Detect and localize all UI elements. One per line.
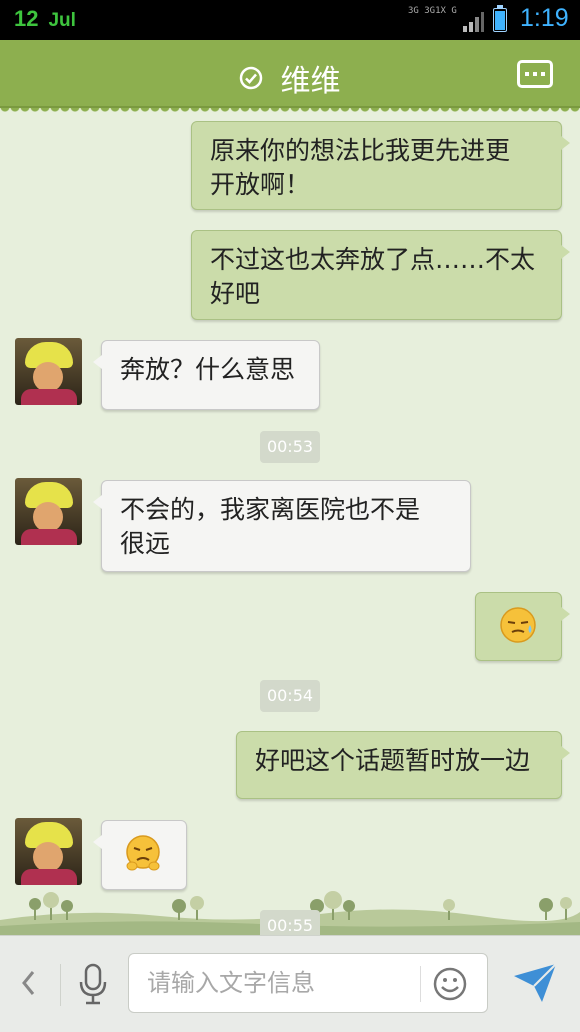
emoji-smile-icon[interactable] — [432, 966, 468, 1002]
more-options-button[interactable] — [517, 60, 553, 88]
send-icon[interactable] — [512, 962, 558, 1004]
signal-icon — [463, 12, 484, 32]
contact-avatar[interactable] — [15, 338, 82, 405]
battery-icon — [493, 5, 507, 32]
check-circle-icon — [240, 66, 263, 90]
more-dots-icon — [525, 72, 549, 76]
status-bar: 12 Jul 3G 3G1X G 1:19 — [0, 0, 580, 40]
message-bubble-outgoing[interactable] — [475, 592, 570, 661]
timestamp: 00:53 — [260, 431, 320, 463]
contact-avatar[interactable] — [15, 818, 82, 885]
microphone-icon[interactable] — [76, 962, 110, 1006]
message-bubble-outgoing[interactable]: 好吧这个话题暂时放一边 — [236, 731, 570, 799]
message-bubble-outgoing[interactable]: 不过这也太奔放了点……不太 好吧 — [191, 230, 570, 320]
contact-name: 维维 — [280, 64, 341, 99]
header-title-group: 维维 — [0, 56, 580, 100]
status-month: Jul — [48, 10, 76, 31]
message-text-line: 开放啊！ — [210, 170, 311, 199]
divider — [420, 966, 421, 1002]
message-text-line: 原来你的想法比我更先进更 — [210, 136, 511, 165]
chevron-left-icon[interactable] — [18, 968, 40, 998]
message-text-line: 好吧 — [210, 279, 261, 308]
timestamp: 00:54 — [260, 680, 320, 712]
contact-avatar[interactable] — [15, 478, 82, 545]
message-bubble-incoming[interactable]: 不会的，我家离医院也不是 很远 — [93, 480, 471, 572]
message-bubble-incoming[interactable]: 奔放？什么意思 — [93, 340, 320, 410]
divider — [60, 964, 61, 1006]
message-text-line: 好吧这个话题暂时放一边 — [255, 746, 531, 775]
status-time: 1:19 — [520, 4, 569, 32]
chat-header: 维维 — [0, 40, 580, 114]
status-day: 12 — [14, 6, 39, 31]
message-text-line: 不过这也太奔放了点……不太 — [210, 245, 536, 274]
message-bubble-incoming[interactable] — [93, 820, 187, 890]
message-text-line: 很远 — [120, 529, 171, 558]
input-bar — [0, 935, 580, 1032]
network-indicator: 3G 3G1X G — [408, 6, 457, 16]
grumpy-emoji-icon — [126, 835, 160, 871]
message-bubble-outgoing[interactable]: 原来你的想法比我更先进更 开放啊！ — [191, 121, 570, 210]
message-text-line: 奔放？什么意思 — [120, 355, 296, 384]
sweat-emoji-icon — [500, 607, 536, 643]
message-text-line: 不会的，我家离医院也不是 — [120, 495, 421, 524]
status-date: 12 Jul — [14, 6, 76, 32]
